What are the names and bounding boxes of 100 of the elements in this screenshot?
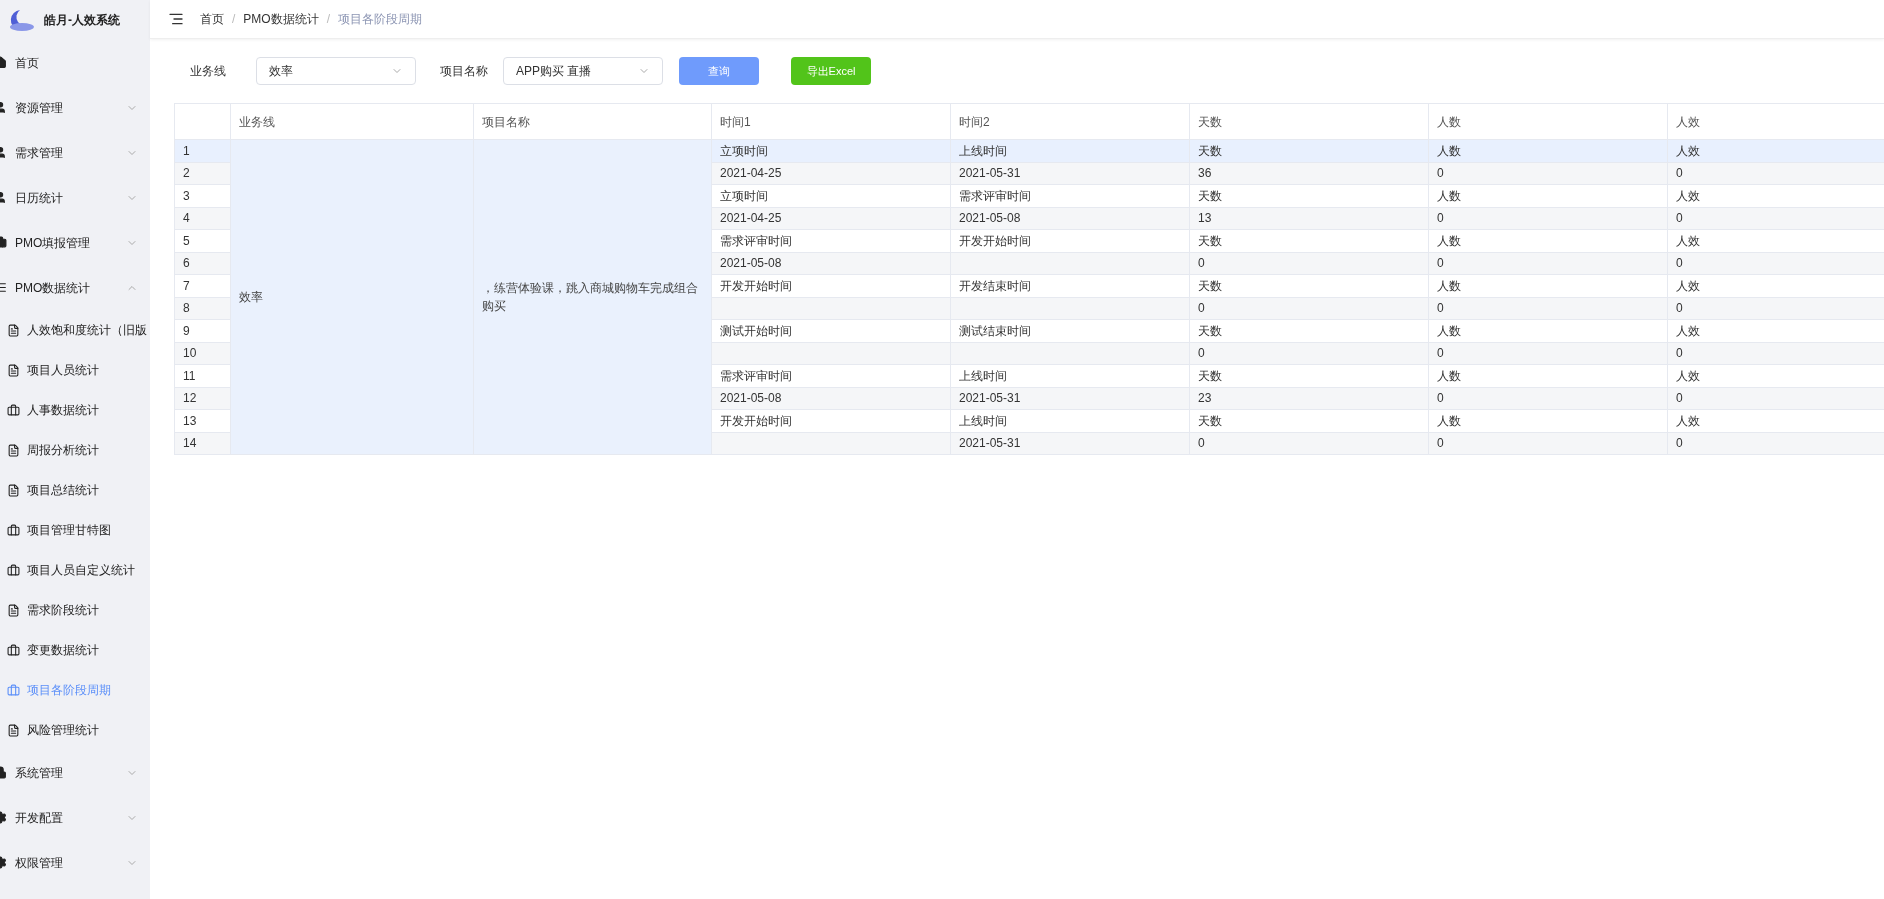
table-cell: 2021-05-31 <box>950 432 1190 455</box>
table-cell: 上线时间 <box>950 409 1190 432</box>
row-number-cell[interactable]: 10 <box>174 342 231 365</box>
table-cell: 0 <box>1667 162 1884 185</box>
breadcrumb-link[interactable]: 首页 <box>200 10 224 28</box>
sidebar-item[interactable]: 权限管理 <box>0 840 150 885</box>
table-cell: 人数 <box>1428 274 1668 297</box>
table-cell: 上线时间 <box>950 139 1190 162</box>
table-cell: 0 <box>1428 342 1668 365</box>
table-cell: 0 <box>1189 432 1429 455</box>
row-number-cell[interactable]: 1 <box>174 139 231 162</box>
row-number-cell[interactable]: 5 <box>174 229 231 252</box>
table-cell: 0 <box>1189 342 1429 365</box>
sidebar-item[interactable]: 资源管理 <box>0 85 150 130</box>
business-line-select[interactable]: 效率 <box>256 57 416 85</box>
table-cell: 天数 <box>1189 364 1429 387</box>
row-number-cell[interactable]: 12 <box>174 387 231 410</box>
table-cell: 测试结束时间 <box>950 319 1190 342</box>
row-number-cell[interactable]: 8 <box>174 297 231 320</box>
sidebar-item[interactable]: 开发配置 <box>0 795 150 840</box>
breadcrumb-link[interactable]: PMO数据统计 <box>243 10 319 28</box>
sidebar-item[interactable]: PMO数据统计 <box>0 265 150 310</box>
sidebar-subitem[interactable]: 变更数据统计 <box>0 630 150 670</box>
table-cell: 0 <box>1428 252 1668 275</box>
table-cell: 13 <box>1189 207 1429 230</box>
table-cell: 0 <box>1667 207 1884 230</box>
column-header: 人效 <box>1667 103 1884 140</box>
table-cell: 0 <box>1428 207 1668 230</box>
row-number-cell[interactable]: 6 <box>174 252 231 275</box>
table-cell: 天数 <box>1189 274 1429 297</box>
row-number-cell[interactable]: 3 <box>174 184 231 207</box>
sidebar-subitem[interactable]: 风险管理统计 <box>0 710 150 750</box>
table-cell: 需求评审时间 <box>711 229 951 252</box>
sidebar-item[interactable]: 首页 <box>0 40 150 85</box>
table-cell: 0 <box>1667 252 1884 275</box>
table-cell: 0 <box>1428 297 1668 320</box>
sidebar-item[interactable]: 需求管理 <box>0 130 150 175</box>
table-cell: 0 <box>1667 387 1884 410</box>
sidebar-subitem[interactable]: 项目管理甘特图 <box>0 510 150 550</box>
table-cell: 2021-05-08 <box>711 387 951 410</box>
table-cell: 需求评审时间 <box>711 364 951 387</box>
table-cell: 人数 <box>1428 409 1668 432</box>
sidebar-subitem[interactable]: 项目总结统计 <box>0 470 150 510</box>
column-header: 时间2 <box>950 103 1190 140</box>
row-number-cell[interactable]: 9 <box>174 319 231 342</box>
sidebar-subitem[interactable]: 项目人员自定义统计 <box>0 550 150 590</box>
moon-cloud-logo-icon <box>8 8 36 32</box>
table-cell: 人数 <box>1428 319 1668 342</box>
menu-toggle-icon[interactable] <box>168 11 184 27</box>
column-header: 时间1 <box>711 103 951 140</box>
row-number-cell[interactable]: 2 <box>174 162 231 185</box>
table-cell: 2021-05-31 <box>950 162 1190 185</box>
sidebar-item[interactable]: 日历统计 <box>0 175 150 220</box>
merged-cell: ，练营体验课，跳入商城购物车完成组合购买 <box>473 139 712 455</box>
sidebar-subitem[interactable]: 项目人员统计 <box>0 350 150 390</box>
table-cell: 立项时间 <box>711 184 951 207</box>
table-cell: 人效 <box>1667 319 1884 342</box>
column-header: 业务线 <box>230 103 474 140</box>
app-title: 皓月-人效系统 <box>44 12 120 29</box>
table-cell: 立项时间 <box>711 139 951 162</box>
row-number-cell[interactable]: 14 <box>174 432 231 455</box>
sidebar-subitem[interactable]: 人事数据统计 <box>0 390 150 430</box>
column-header: 人数 <box>1428 103 1668 140</box>
table-cell: 0 <box>1189 297 1429 320</box>
column-header: 天数 <box>1189 103 1429 140</box>
row-number-cell[interactable]: 13 <box>174 409 231 432</box>
table-cell: 0 <box>1667 342 1884 365</box>
table-cell: 测试开始时间 <box>711 319 951 342</box>
table-cell: 人数 <box>1428 364 1668 387</box>
table-cell: 人效 <box>1667 364 1884 387</box>
table-cell: 人效 <box>1667 229 1884 252</box>
table-cell: 人数 <box>1428 229 1668 252</box>
row-number-cell[interactable]: 7 <box>174 274 231 297</box>
table-cell: 2021-05-31 <box>950 387 1190 410</box>
sidebar-subitem[interactable]: 周报分析统计 <box>0 430 150 470</box>
table-cell: 0 <box>1667 297 1884 320</box>
sidebar-subitem[interactable]: 需求阶段统计 <box>0 590 150 630</box>
table-cell: 2021-04-25 <box>711 207 951 230</box>
table-cell: 0 <box>1428 387 1668 410</box>
sidebar-item[interactable]: 系统管理 <box>0 750 150 795</box>
sidebar-subitem[interactable]: 人效饱和度统计（旧版 <box>0 310 150 350</box>
table-cell: 人效 <box>1667 409 1884 432</box>
row-number-cell[interactable]: 11 <box>174 364 231 387</box>
table-cell: 0 <box>1189 252 1429 275</box>
column-header: 项目名称 <box>473 103 712 140</box>
row-number-cell[interactable]: 4 <box>174 207 231 230</box>
table-cell: 开发开始时间 <box>950 229 1190 252</box>
table-cell: 2021-04-25 <box>711 162 951 185</box>
filter-label: 项目名称 <box>440 63 489 80</box>
table-cell: 0 <box>1667 432 1884 455</box>
table-cell: 天数 <box>1189 139 1429 162</box>
table-cell: 2021-05-08 <box>711 252 951 275</box>
filter-label: 业务线 <box>190 63 227 80</box>
table-cell: 天数 <box>1189 319 1429 342</box>
table-cell: 人效 <box>1667 274 1884 297</box>
sidebar-item[interactable]: PMO填报管理 <box>0 220 150 265</box>
project-name-select[interactable]: APP购买 直播 <box>503 57 663 85</box>
table-cell: 天数 <box>1189 229 1429 252</box>
breadcrumb-separator: / <box>232 11 236 28</box>
table-cell: 0 <box>1428 432 1668 455</box>
